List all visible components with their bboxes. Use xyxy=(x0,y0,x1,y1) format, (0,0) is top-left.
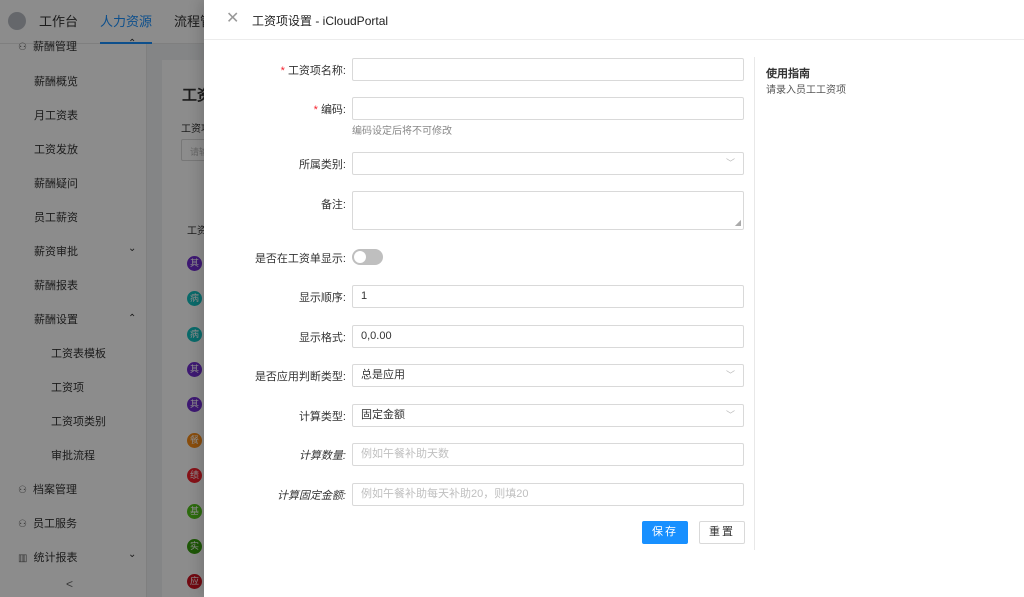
field-label: * 编码: xyxy=(313,104,346,116)
field-label: 计算固定金额: xyxy=(276,490,346,502)
field-label: 是否应用判断类型: xyxy=(254,371,346,383)
field-label: 计算数量: xyxy=(298,450,346,462)
chevron-down-icon: ﹀ xyxy=(725,370,735,380)
apply-rule-select[interactable]: 总是应用 ﹀ xyxy=(352,364,744,387)
salary-item-drawer: ✕ 工资项设置 - iCloudPortal * 工资项名称: * 编码: 编码设定… xyxy=(204,0,1024,597)
field-label: 所属类别: xyxy=(298,159,346,171)
close-icon[interactable]: ✕ xyxy=(226,11,240,27)
display-order-input[interactable]: 1 xyxy=(352,285,744,308)
calc-quantity-input[interactable]: 例如午餐补助天数 xyxy=(352,443,744,466)
show-on-slip-toggle[interactable] xyxy=(352,249,383,265)
name-input[interactable] xyxy=(352,58,744,81)
guide-divider xyxy=(754,57,755,550)
category-select[interactable]: ﹀ xyxy=(352,152,744,175)
display-format-input[interactable]: 0,0.00 xyxy=(352,325,744,348)
field-label: 计算类型: xyxy=(298,411,346,423)
field-label: 备注: xyxy=(320,199,346,211)
toggle-knob xyxy=(354,251,366,263)
field-label: 是否在工资单显示: xyxy=(254,253,346,265)
resize-handle-icon[interactable]: ◢ xyxy=(735,219,741,227)
calc-fixed-amount-input[interactable]: 例如午餐补助每天补助20，则填20 xyxy=(352,483,744,506)
field-label: * 工资项名称: xyxy=(280,65,346,77)
calc-type-select[interactable]: 固定金额 ﹀ xyxy=(352,404,744,427)
reset-button[interactable]: 重置 xyxy=(699,521,745,544)
guide-title: 使用指南 xyxy=(766,68,810,80)
chevron-down-icon: ﹀ xyxy=(725,410,735,420)
drawer-header: ✕ 工资项设置 - iCloudPortal xyxy=(204,0,1024,40)
save-button[interactable]: 保存 xyxy=(642,521,688,544)
chevron-down-icon: ﹀ xyxy=(725,158,735,168)
drawer-title: 工资项设置 - iCloudPortal xyxy=(252,14,389,28)
guide-text: 请录入员工工资项 xyxy=(766,85,846,96)
code-help-text: 编码设定后将不可修改 xyxy=(352,126,452,137)
field-label: 显示格式: xyxy=(298,332,346,344)
code-input[interactable] xyxy=(352,97,744,120)
field-label: 显示顺序: xyxy=(298,292,346,304)
remark-textarea[interactable]: ◢ xyxy=(352,191,744,230)
